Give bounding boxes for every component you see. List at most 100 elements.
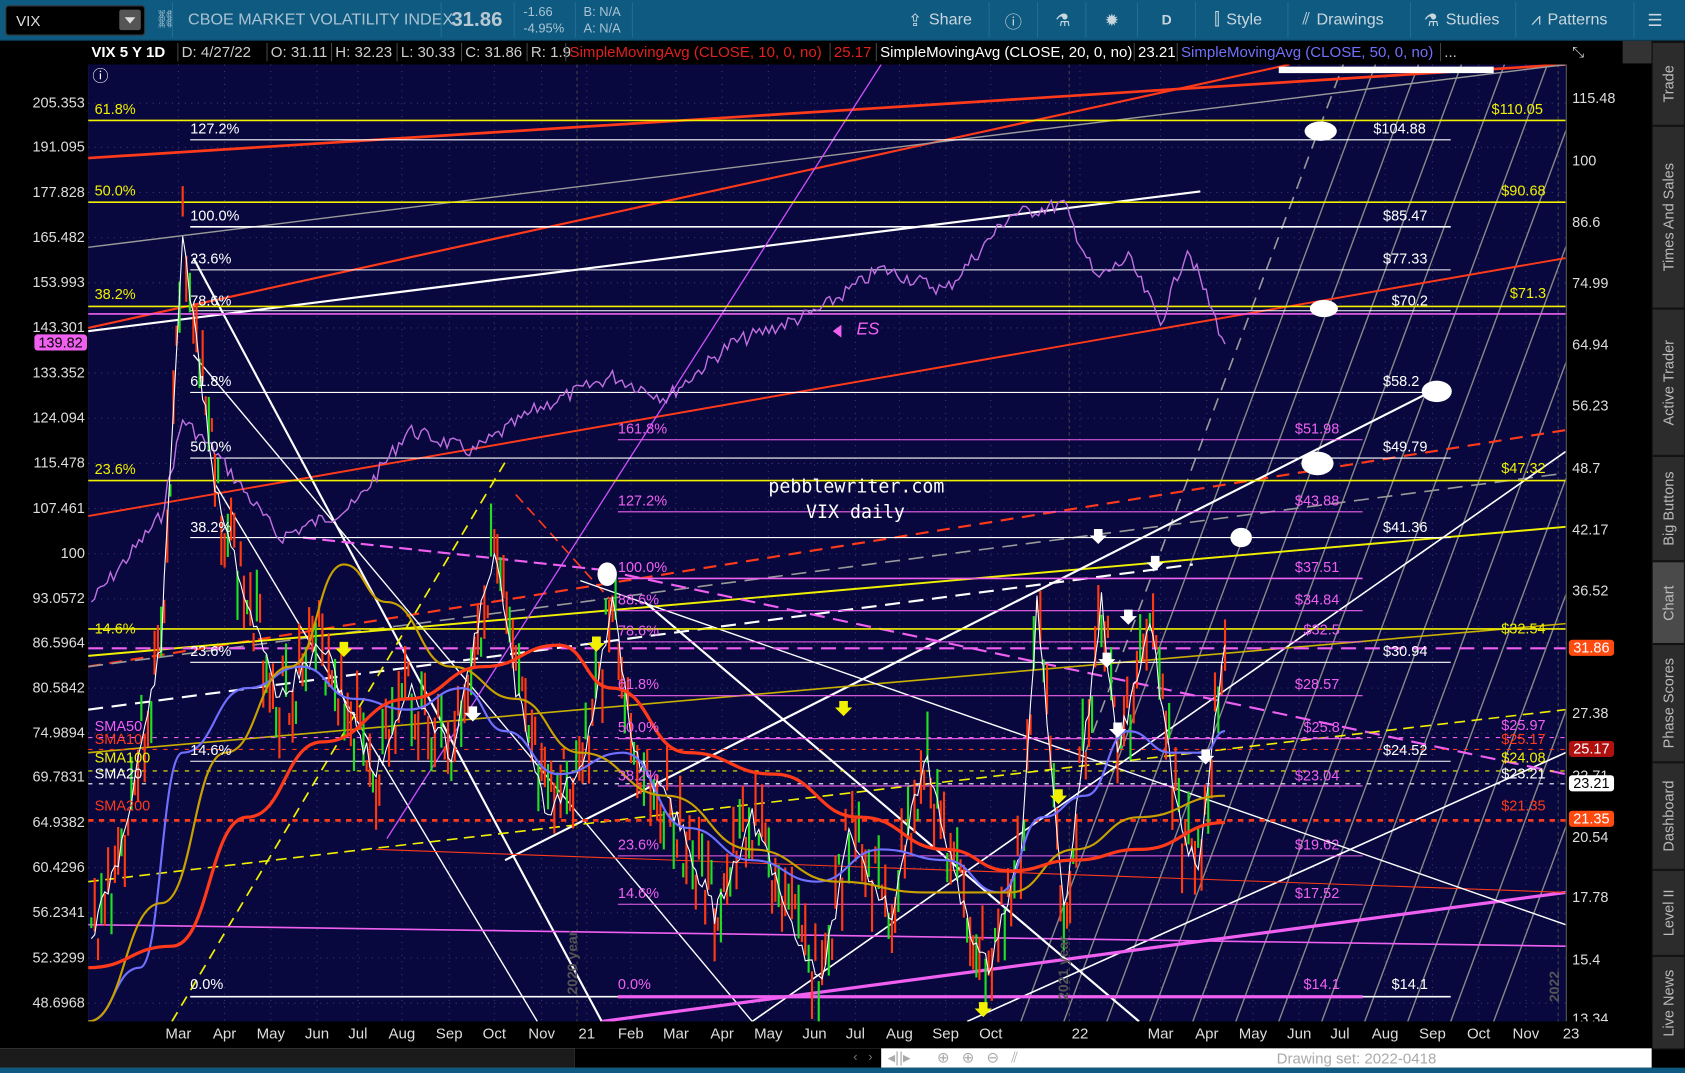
flask-icon: ⚗: [1055, 11, 1071, 30]
share-button[interactable]: ⇪ Share: [908, 0, 972, 40]
chart-level-label: 50.0%: [94, 182, 136, 199]
time-axis-label: Nov: [1512, 1024, 1540, 1042]
legend-sma50[interactable]: SimpleMovingAvg (CLOSE, 50, 0, no): [1176, 43, 1437, 62]
side-tab-chart[interactable]: Chart: [1652, 562, 1684, 645]
side-tab-big-buttons[interactable]: Big Buttons: [1652, 456, 1684, 562]
time-axis-label: Jul: [348, 1024, 368, 1042]
symbol-input[interactable]: VIX: [16, 12, 40, 29]
crosshair-icon[interactable]: ⊕: [937, 1048, 950, 1066]
drawings-button[interactable]: ⫽ Drawings: [1302, 0, 1383, 40]
side-tab-trade[interactable]: Trade: [1652, 43, 1684, 126]
zoom-out-icon[interactable]: ⊖: [986, 1048, 999, 1066]
side-tab-active-trader[interactable]: Active Trader: [1652, 309, 1684, 456]
settings-button[interactable]: ✹: [1105, 0, 1119, 40]
chart-level-label: $24.52: [1383, 741, 1428, 759]
legend-sma20-value: 23.21: [1133, 43, 1179, 62]
time-axis-label: Oct: [482, 1024, 507, 1042]
zoom-in-icon[interactable]: ⊕: [962, 1048, 975, 1066]
menu-button[interactable]: ☰: [1647, 0, 1662, 40]
studies-button[interactable]: ⚗ Studies: [1424, 0, 1500, 40]
left-axis-label: 86.5964: [32, 634, 85, 651]
link-icon[interactable]: ⛓: [155, 9, 177, 31]
gear-icon: ✹: [1104, 11, 1120, 30]
chart-level-label: $77.33: [1383, 250, 1428, 267]
right-price-axis[interactable]: 115.48 100 86.6 74.99 64.94 56.23 48.7 42.17 36.…: [1565, 64, 1653, 1027]
right-axis-price-badge: 31.86: [1568, 639, 1614, 656]
scroll-left-icon[interactable]: ‹: [853, 1049, 857, 1064]
right-axis-label: 17.78: [1572, 889, 1609, 906]
legend-sma10[interactable]: SimpleMovingAvg (CLOSE, 10, 0, no): [565, 43, 825, 62]
expand-collapse-icon[interactable]: ⤡: [1569, 43, 1587, 61]
patterns-label: Patterns: [1547, 10, 1608, 30]
side-tab-label: Level II: [1660, 889, 1677, 937]
info-icon: ⓘ: [1004, 13, 1022, 32]
scrollbar-thumb-area[interactable]: ‹ ›: [574, 1048, 882, 1068]
info-button[interactable]: ⓘ: [1005, 0, 1022, 40]
left-axis-label: 143.301: [32, 319, 85, 336]
price-chart-area[interactable]: 61.8% 127.2% 50.0% 100.0% 23.6% 78.6% 38.2% 61.…: [88, 64, 1566, 1022]
side-tab-phase-scores[interactable]: Phase Scores: [1652, 645, 1684, 763]
time-axis-label: Apr: [710, 1024, 734, 1042]
ask: A: N/A: [583, 20, 621, 36]
candlestick-icon: ⫿: [1214, 10, 1220, 29]
chart-level-label: 100.0%: [617, 559, 668, 576]
style-button[interactable]: ⫿ Style: [1214, 0, 1262, 40]
right-axis-price-badge: 21.35: [1568, 810, 1614, 827]
patterns-button[interactable]: ⩘ Patterns: [1531, 0, 1607, 40]
left-axis-label: 93.0572: [32, 590, 85, 607]
alert-icon[interactable]: ⓘ: [92, 69, 108, 85]
left-price-axis[interactable]: 205.353 191.095 177.828 165.482 153.993 143.3…: [0, 64, 90, 1022]
symbol-selector[interactable]: VIX: [5, 5, 146, 36]
list-menu-icon: ☰: [1647, 11, 1663, 30]
percent-change: -4.95%: [523, 20, 565, 36]
drawing-set-label[interactable]: Drawing set: 2022-0418: [1277, 1049, 1437, 1066]
legend-more[interactable]: ...: [1439, 43, 1460, 62]
chart-level-label: 100.0%: [190, 207, 240, 224]
time-axis-label: Oct: [979, 1024, 1003, 1042]
left-axis-label: 48.6968: [32, 994, 85, 1011]
chart-level-label: $23.21: [1501, 765, 1546, 782]
right-axis-label: 48.7: [1572, 460, 1601, 477]
chart-level-label: $19.62: [1294, 836, 1340, 853]
left-axis-label: 100: [60, 545, 85, 562]
side-tab-level-ii[interactable]: Level II: [1652, 870, 1684, 956]
chart-level-label: SMA10: [94, 731, 143, 748]
studies-label: Studies: [1445, 10, 1500, 30]
time-axis-label: Jun: [1287, 1024, 1312, 1042]
chart-level-label: 78.6%: [190, 292, 232, 309]
chart-level-label: $25.8: [1303, 719, 1340, 736]
scroll-right-icon[interactable]: ›: [868, 1049, 872, 1064]
side-tab-label: Trade: [1660, 65, 1677, 103]
symbol-dropdown-button[interactable]: [119, 9, 141, 31]
side-tab-times-and-sales[interactable]: Times And Sales: [1652, 126, 1684, 309]
chart-level-label: 38.2%: [190, 519, 232, 536]
aggregation-button[interactable]: D: [1162, 0, 1172, 40]
flask-button[interactable]: ⚗: [1055, 0, 1070, 40]
horizontal-scrollbar[interactable]: [0, 1048, 575, 1068]
time-axis[interactable]: Mar Apr May Jun Jul Aug Sep Oct Nov 21 Feb Mar Apr Ma…: [88, 1021, 1652, 1048]
expand-time-icon[interactable]: ◂||▸: [888, 1048, 911, 1066]
chart-level-label: $21.35: [1501, 797, 1546, 814]
time-axis-label: Aug: [886, 1024, 913, 1042]
es-label: ES: [856, 320, 880, 339]
patterns-icon: ⩘: [1531, 10, 1542, 29]
time-axis-label: Aug: [1371, 1024, 1399, 1042]
time-axis-label: Sep: [435, 1024, 463, 1042]
legend-sma20[interactable]: SimpleMovingAvg (CLOSE, 20, 0, no): [875, 43, 1136, 62]
side-tab-label: Phase Scores: [1660, 657, 1677, 749]
left-axis-label: 124.094: [32, 409, 85, 426]
chart-level-label: $24.08: [1501, 749, 1546, 766]
side-tab-dashboard[interactable]: Dashboard: [1652, 763, 1684, 870]
chart-level-label: 88.6%: [617, 591, 660, 608]
chart-level-label: $58.2: [1383, 373, 1420, 390]
legend-date: D: 4/27/22: [177, 43, 254, 62]
left-axis-label: 52.3299: [32, 949, 85, 966]
chart-level-label: 14.6%: [190, 741, 232, 759]
time-axis-label: May: [754, 1024, 783, 1042]
studies-flask-icon: ⚗: [1423, 11, 1440, 30]
drawing-tool-icon[interactable]: ⫽: [1011, 1048, 1018, 1066]
side-tab-live-news[interactable]: Live News: [1652, 956, 1684, 1050]
chart-level-label: 38.2%: [94, 286, 136, 303]
chart-level-label: $28.57: [1294, 676, 1340, 693]
share-icon: ⇪: [908, 11, 923, 30]
